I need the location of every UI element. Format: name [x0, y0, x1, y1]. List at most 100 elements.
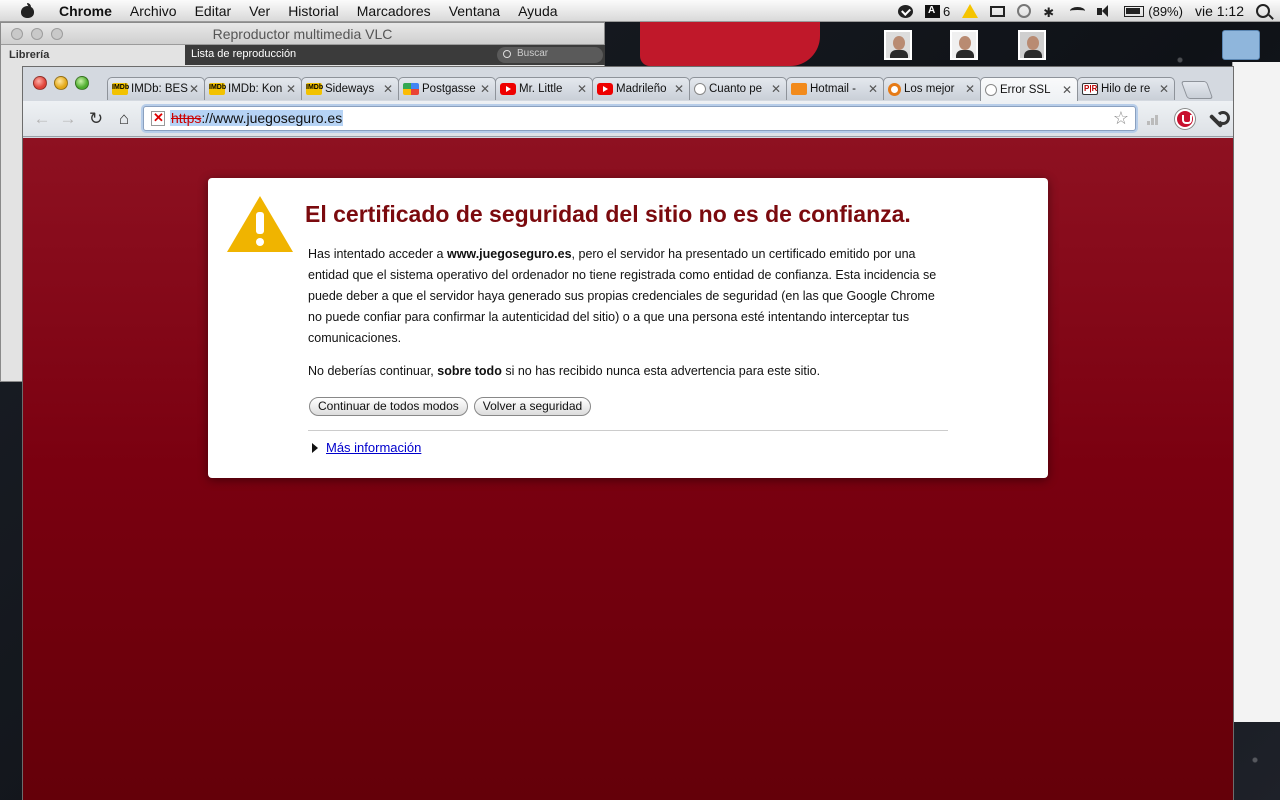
tab-title: IMDb: Kon [228, 83, 283, 95]
volume-icon[interactable] [1097, 4, 1112, 18]
youtube-icon [500, 83, 516, 95]
minimize-window-button[interactable] [54, 76, 68, 90]
error-title: El certificado de seguridad del sitio no… [305, 201, 911, 227]
tab-title: Madrileño [616, 83, 667, 95]
background-window-edge [1232, 62, 1280, 722]
adobe-count: 6 [943, 3, 951, 19]
close-tab-icon[interactable]: ✕ [382, 82, 394, 96]
close-tab-icon[interactable]: ✕ [285, 82, 297, 96]
ssl-error-icon[interactable] [151, 110, 165, 126]
ring-icon [888, 82, 901, 96]
menu-historial[interactable]: Historial [279, 3, 348, 19]
battery-icon [1124, 5, 1145, 17]
imdb-icon [209, 83, 226, 95]
close-tab-icon[interactable]: ✕ [188, 82, 200, 96]
vlc-search-field[interactable]: Buscar [497, 47, 603, 63]
browser-tab[interactable]: IMDb: Kon ✕ [204, 77, 302, 100]
avatar[interactable] [884, 30, 912, 60]
vlc-titlebar[interactable]: Reproductor multimedia VLC [1, 23, 604, 45]
menu-ver[interactable]: Ver [240, 3, 279, 19]
menu-clock[interactable]: vie 1:12 [1195, 3, 1244, 19]
browser-tab[interactable]: IMDb: BEST ✕ [107, 77, 205, 100]
time-machine-icon[interactable] [1017, 4, 1032, 18]
more-info-link[interactable]: Más información [326, 440, 421, 455]
adblock-stop-icon[interactable] [1175, 109, 1195, 129]
tab-title: Hotmail - [810, 83, 857, 95]
pr-icon [1082, 83, 1098, 95]
vlc-library-label: Librería [9, 49, 50, 61]
site-domain: www.juegoseguro.es [446, 247, 572, 261]
menu-editar[interactable]: Editar [186, 3, 241, 19]
close-tab-icon[interactable]: ✕ [673, 82, 685, 96]
menu-marcadores[interactable]: Marcadores [348, 3, 440, 19]
menu-archivo[interactable]: Archivo [121, 3, 186, 19]
imdb-icon [306, 83, 323, 95]
display-icon[interactable] [990, 5, 1006, 17]
tab-title: Postgasse [422, 83, 476, 95]
browser-tab[interactable]: Madrileño ✕ [592, 77, 690, 100]
browser-tab[interactable]: Cuanto pe ✕ [689, 77, 787, 100]
url-text[interactable]: https://www.juegoseguro.es [170, 110, 344, 126]
wrench-icon[interactable] [1207, 111, 1230, 129]
close-tab-icon[interactable]: ✕ [770, 82, 782, 96]
warning-menu-icon[interactable] [962, 4, 979, 18]
tab-strip: IMDb: BEST ✕ IMDb: Kon ✕ Sideways ✕ Post… [107, 77, 1223, 101]
tab-title: Cuanto pe [709, 83, 763, 95]
browser-toolbar: ← → ↻ ⌂ https://www.juegoseguro.es ☆ [23, 101, 1233, 137]
battery-status[interactable]: (89%) [1124, 4, 1183, 19]
back-arrow-icon[interactable]: ← [33, 110, 51, 128]
check-status-icon[interactable] [898, 4, 914, 18]
avatar[interactable] [1018, 30, 1046, 60]
apple-icon[interactable] [20, 2, 36, 19]
search-icon [503, 50, 511, 58]
close-tab-icon[interactable]: ✕ [576, 82, 588, 96]
close-tab-icon[interactable]: ✕ [867, 82, 879, 96]
bookmark-star-icon[interactable]: ☆ [1113, 108, 1129, 129]
adobe-icon[interactable] [925, 4, 941, 18]
browser-tab[interactable]: Hotmail - ✕ [786, 77, 884, 100]
browser-tab[interactable]: Sideways ✕ [301, 77, 399, 100]
browser-tab[interactable]: Los mejor ✕ [883, 77, 981, 100]
home-icon[interactable]: ⌂ [115, 110, 133, 128]
advice-paragraph: No deberías continuar, sobre todo si no … [308, 364, 821, 378]
bluetooth-icon[interactable]: ✱ [1043, 5, 1058, 20]
browser-tab[interactable]: Postgasse ✕ [398, 77, 496, 100]
menu-app-name[interactable]: Chrome [50, 3, 121, 19]
vlc-title: Reproductor multimedia VLC [212, 26, 393, 42]
browser-tab-active[interactable]: Error SSL ✕ [980, 77, 1078, 101]
close-tab-icon[interactable]: ✕ [1158, 82, 1170, 96]
address-bar[interactable]: https://www.juegoseguro.es ☆ [143, 106, 1136, 131]
tab-title: Hilo de re [1101, 83, 1151, 95]
wallpaper-red-shape [640, 22, 820, 66]
disclosure-triangle-icon[interactable] [312, 442, 318, 453]
action-buttons: Continuar de todos modos Volver a seguri… [309, 397, 592, 416]
tab-title: IMDb: BEST [131, 83, 188, 95]
divider [308, 430, 948, 431]
close-tab-icon[interactable]: ✕ [479, 82, 491, 96]
explanation-paragraph: Has intentado acceder a www.juegoseguro.… [308, 247, 937, 345]
reload-icon[interactable]: ↻ [87, 110, 105, 128]
back-to-safety-button[interactable]: Volver a seguridad [473, 397, 592, 416]
signal-bars-icon[interactable] [1147, 113, 1161, 125]
browser-tab[interactable]: Mr. Little ✕ [495, 77, 593, 100]
close-window-button[interactable] [33, 76, 47, 90]
spotlight-search-icon[interactable] [1256, 4, 1270, 18]
proceed-anyway-button[interactable]: Continuar de todos modos [309, 397, 468, 416]
battery-percent: (89%) [1148, 3, 1183, 19]
adobe-updates: 6 [925, 4, 950, 19]
warning-icon [227, 196, 293, 254]
youtube-icon [597, 83, 613, 95]
wifi-icon[interactable] [1070, 7, 1086, 15]
more-info-row[interactable]: Más información [312, 440, 421, 455]
menu-ventana[interactable]: Ventana [440, 3, 509, 19]
forward-arrow-icon[interactable]: → [59, 110, 77, 128]
close-tab-icon[interactable]: ✕ [1061, 83, 1073, 97]
menu-bar: Chrome Archivo Editar Ver Historial Marc… [0, 0, 1280, 22]
avatar[interactable] [950, 30, 978, 60]
close-tab-icon[interactable]: ✕ [964, 82, 976, 96]
browser-tab[interactable]: Hilo de re ✕ [1077, 77, 1175, 100]
zoom-window-button[interactable] [75, 76, 89, 90]
menu-ayuda[interactable]: Ayuda [509, 3, 566, 19]
new-tab-button[interactable] [1180, 81, 1214, 99]
folder-icon[interactable] [1222, 30, 1260, 60]
